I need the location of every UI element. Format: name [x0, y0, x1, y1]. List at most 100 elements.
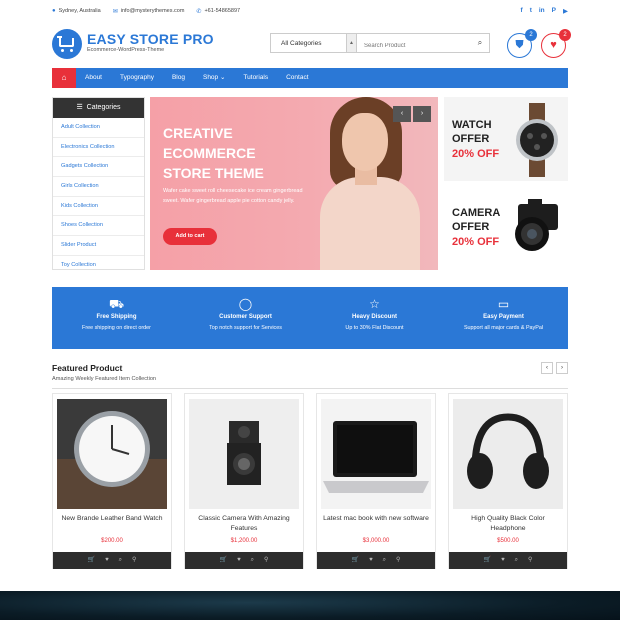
chevron-left-icon[interactable]: ‹ — [541, 362, 553, 374]
link-icon[interactable]: ⚲ — [264, 552, 268, 569]
laptop-image — [321, 399, 431, 509]
nav-item-blog[interactable]: Blog — [163, 68, 194, 88]
product-price: $1,200.00 — [230, 538, 258, 544]
camera-image — [189, 399, 299, 509]
cart-logo-icon[interactable] — [52, 29, 82, 59]
category-item[interactable]: Gadgets Collection — [53, 157, 144, 178]
youtube-icon[interactable]: ▶ — [563, 7, 568, 15]
email-text[interactable]: info@mysterythemes.com — [121, 8, 185, 14]
quick-view-icon[interactable]: ⌕ — [251, 552, 254, 569]
product-image[interactable] — [189, 399, 299, 509]
category-item[interactable]: Slider Product — [53, 236, 144, 256]
camera-image — [515, 199, 558, 251]
cart-count-badge: 2 — [525, 29, 537, 41]
nav-item-shop[interactable]: Shop ⌄ — [194, 68, 234, 88]
heart-icon[interactable]: ♥ — [105, 552, 109, 569]
product-actions: 🛒 ♥ ⌕ ⚲ — [449, 552, 567, 569]
features-bar: ⛟ Free Shipping Free shipping on direct … — [52, 287, 568, 349]
product-name[interactable]: High Quality Black Color Headphone — [455, 514, 561, 534]
categories-heading: ☰ Categories — [53, 98, 144, 118]
phone-text: +61-54865897 — [204, 8, 241, 14]
cart-icon[interactable]: 🛒 — [220, 552, 227, 569]
category-item[interactable]: Electronics Collection — [53, 138, 144, 158]
carousel-arrows: ‹ › — [541, 362, 568, 374]
product-price: $200.00 — [101, 538, 123, 544]
category-item[interactable]: Girls Collection — [53, 177, 144, 197]
shopping-bag-icon: ⛊ — [515, 39, 524, 51]
add-to-cart-button[interactable]: Add to cart — [163, 228, 217, 245]
linkedin-icon[interactable]: in — [539, 7, 545, 15]
slider-arrows: ‹ › — [393, 106, 431, 122]
product-image[interactable] — [453, 399, 563, 509]
site-title[interactable]: EASY STORE PRO — [87, 31, 214, 47]
feature-heavy-discount: ☆ Heavy Discount Up to 30% Flat Discount — [310, 287, 439, 349]
wishlist-button[interactable]: ♥ 2 — [541, 29, 571, 58]
product-actions: 🛒 ♥ ⌕ ⚲ — [185, 552, 303, 569]
category-item[interactable]: Toy Collection — [53, 256, 144, 276]
product-card[interactable]: Classic Camera With Amazing Features $1,… — [184, 393, 304, 569]
phone-info: ✆ +61-54865897 — [196, 8, 240, 15]
feature-free-shipping: ⛟ Free Shipping Free shipping on direct … — [52, 287, 181, 349]
product-card[interactable]: Latest mac book with new software $3,000… — [316, 393, 436, 569]
product-actions: 🛒 ♥ ⌕ ⚲ — [53, 552, 171, 569]
heart-icon[interactable]: ♥ — [369, 552, 373, 569]
link-icon[interactable]: ⚲ — [132, 552, 136, 569]
categories-sidebar: ☰ Categories Adult Collection Electronic… — [52, 97, 145, 270]
chevron-right-icon[interactable]: › — [413, 106, 431, 122]
nav-item-typography[interactable]: Typography — [111, 68, 163, 88]
heart-icon[interactable]: ♥ — [501, 552, 505, 569]
promo-title: WATCH — [452, 119, 492, 131]
search-icon[interactable]: ⌕ — [472, 35, 488, 51]
nav-item-contact[interactable]: Contact — [277, 68, 317, 88]
product-image[interactable] — [57, 399, 167, 509]
category-select-value: All Categories — [281, 40, 322, 47]
envelope-icon: ✉ — [112, 8, 118, 15]
camera-offer-banner[interactable]: CAMERA OFFER 20% OFF — [444, 186, 568, 270]
heart-icon: ♥ — [550, 39, 557, 51]
site-header: EASY STORE PRO Ecommerce-WordPress-Theme… — [52, 26, 571, 62]
location-info: ● Sydney, Australia — [52, 8, 101, 14]
chevron-left-icon[interactable]: ‹ — [393, 106, 411, 122]
watch-offer-banner[interactable]: WATCH OFFER 20% OFF — [444, 97, 568, 181]
category-select[interactable]: All Categories ▲ — [270, 33, 357, 53]
star-icon: ☆ — [369, 297, 380, 311]
hero-slider: CREATIVE ECOMMERCE STORE THEME Wafer cak… — [150, 97, 438, 270]
phone-icon: ✆ — [196, 8, 202, 15]
category-item[interactable]: Kids Collection — [53, 197, 144, 217]
watch-image — [57, 399, 167, 509]
feature-easy-payment: ▭ Easy Payment Support all major cards &… — [439, 287, 568, 349]
facebook-icon[interactable]: f — [521, 7, 523, 15]
heart-icon[interactable]: ♥ — [237, 552, 241, 569]
quick-view-icon[interactable]: ⌕ — [515, 552, 518, 569]
product-name[interactable]: New Brande Leather Band Watch — [59, 514, 165, 524]
email-info[interactable]: ✉ info@mysterythemes.com — [113, 8, 185, 15]
home-icon[interactable]: ⌂ — [52, 68, 76, 88]
product-actions: 🛒 ♥ ⌕ ⚲ — [317, 552, 435, 569]
cart-icon[interactable]: 🛒 — [352, 552, 359, 569]
product-card[interactable]: High Quality Black Color Headphone $500.… — [448, 393, 568, 569]
link-icon[interactable]: ⚲ — [396, 552, 400, 569]
category-item[interactable]: Adult Collection — [53, 118, 144, 138]
chevron-right-icon[interactable]: › — [556, 362, 568, 374]
pinterest-icon[interactable]: P — [552, 7, 556, 15]
quick-view-icon[interactable]: ⌕ — [383, 552, 386, 569]
nav-item-tutorials[interactable]: Tutorials — [234, 68, 277, 88]
product-card[interactable]: New Brande Leather Band Watch $200.00 🛒 … — [52, 393, 172, 569]
hero-text: Wafer cake sweet roll cheesecake ice cre… — [163, 188, 303, 204]
quick-view-icon[interactable]: ⌕ — [119, 552, 122, 569]
cart-button[interactable]: ⛊ 2 — [507, 29, 537, 58]
link-icon[interactable]: ⚲ — [528, 552, 532, 569]
truck-icon: ⛟ — [108, 297, 125, 311]
search-input[interactable] — [357, 33, 490, 53]
cart-icon[interactable]: 🛒 — [484, 552, 491, 569]
headphones-image — [453, 399, 563, 509]
category-item[interactable]: Shoes Collection — [53, 216, 144, 237]
cart-icon[interactable]: 🛒 — [88, 552, 95, 569]
product-name[interactable]: Latest mac book with new software — [323, 514, 429, 524]
twitter-icon[interactable]: t — [530, 7, 532, 15]
promo-title: CAMERA — [452, 207, 501, 219]
product-price: $500.00 — [497, 538, 519, 544]
product-name[interactable]: Classic Camera With Amazing Features — [191, 514, 297, 534]
nav-item-about[interactable]: About — [76, 68, 111, 88]
product-image[interactable] — [321, 399, 431, 509]
